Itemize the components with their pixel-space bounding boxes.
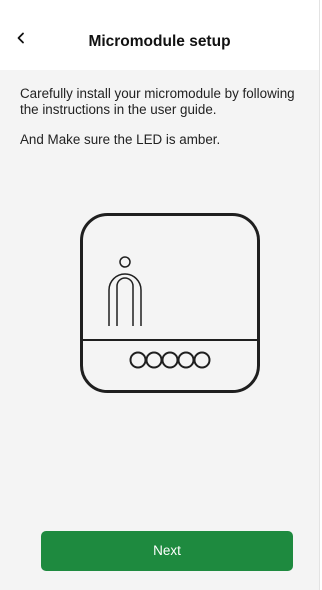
install-instruction: Carefully install your micromodule by fo… [20, 86, 295, 117]
micromodule-device-icon [80, 213, 260, 393]
header-bar: Micromodule setup [0, 0, 319, 70]
micromodule-setup-screen: Micromodule setup Carefully install your… [0, 0, 320, 590]
page-title: Micromodule setup [88, 33, 231, 50]
next-button[interactable]: Next [41, 531, 293, 571]
instructions-text: Carefully install your micromodule by fo… [20, 86, 310, 148]
led-instruction: And Make sure the LED is amber. [20, 132, 221, 147]
